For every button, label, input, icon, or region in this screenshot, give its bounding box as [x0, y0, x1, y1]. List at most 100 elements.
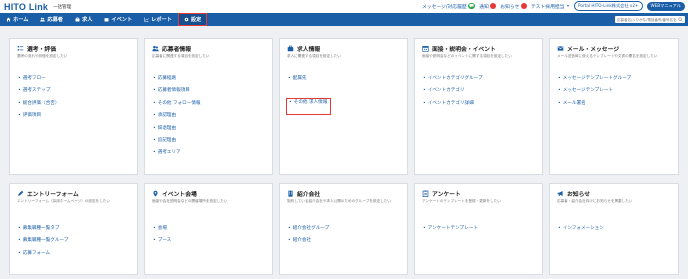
card-title: 選考・評価	[17, 44, 56, 53]
card-description: 面接や会社説明会などの開催場所を設定したい	[152, 199, 228, 203]
link-job-list-tab[interactable]: 募集職種一覧タブ	[18, 226, 68, 238]
link-applicant-info-items[interactable]: 応募者情報項目	[153, 88, 201, 100]
link-job-list-group[interactable]: 募集職種一覧グループ	[18, 238, 69, 250]
link-evaluation-items[interactable]: 評価項目	[18, 113, 59, 125]
app-name: 一括管理	[53, 4, 72, 10]
card-announcements: お知らせ 応募者・紹介会社向けにお知らせを掲載したい インフォメーション	[549, 183, 679, 275]
user-menu[interactable]: テスト採用担当	[531, 3, 570, 10]
link-assignment[interactable]: 配属先	[288, 76, 329, 88]
card-description: 契約している紹介会社や求人公開のためのグループを設定したい	[287, 199, 391, 203]
link-other-follow-info[interactable]: その他 フォロー情報	[153, 101, 201, 113]
card-title-label: メール・メッセージ	[567, 47, 620, 53]
card-description: アンケートのテンプレートを登録・更新をしたい	[422, 199, 501, 203]
card-title-label: お知らせ	[567, 192, 591, 198]
link-message-template[interactable]: メッセージテンプレート	[558, 88, 631, 100]
card-job-info: 求人情報 求人に関連する項目を設定したい 配属先 その他 求人情報	[279, 38, 408, 175]
card-link-list: イベントカテゴリグループ イベントカテゴリ イベントカテゴリ詳細	[423, 76, 483, 113]
card-title-label: 紹介会社	[297, 192, 321, 198]
link-venue[interactable]: 会場	[153, 226, 171, 238]
nav-applicants-label: 応募者	[47, 17, 63, 23]
card-title: お知らせ	[557, 189, 590, 198]
link-mail-signature[interactable]: メール署名	[558, 101, 631, 113]
card-title: 紹介会社	[287, 189, 320, 198]
card-description: 求人に関連する項目を設定したい	[287, 54, 341, 58]
app-logo[interactable]: HITO Link	[4, 2, 48, 12]
card-link-list: 選考フロー 選考ステップ 総合評価（合否） 評価項目	[18, 76, 60, 126]
card-link-list: アンケートテンプレート	[423, 226, 478, 238]
link-application-route[interactable]: 応募経路	[153, 76, 201, 88]
card-description: 応募者に関連する項目を設定したい	[152, 54, 210, 58]
link-information[interactable]: インフォメーション	[558, 226, 604, 238]
card-title-label: 面接・説明会・イベント	[432, 47, 496, 53]
chart-icon	[144, 17, 149, 22]
link-additional-reason[interactable]: 追記理由	[153, 138, 201, 150]
pencil-icon	[18, 190, 24, 196]
link-application-form[interactable]: 応募フォーム	[18, 251, 68, 263]
card-title: 面接・説明会・イベント	[422, 44, 496, 53]
card-link-list: インフォメーション	[558, 226, 604, 238]
nav-home[interactable]: ホーム	[0, 13, 34, 26]
card-agency: 紹介会社 契約している紹介会社や求人公開のためのグループを設定したい 紹介会社グ…	[279, 183, 408, 275]
link-overall-evaluation[interactable]: 総合評価（合否）	[18, 101, 60, 113]
nav-reports[interactable]: レポート	[138, 13, 178, 26]
link-decline-reason[interactable]: 辞退理由	[153, 126, 201, 138]
card-link-list: 会場 ブース	[153, 226, 172, 251]
messages-label: メッセージ/対応履歴	[421, 4, 467, 10]
search-icon[interactable]	[678, 17, 683, 22]
card-link-list: 紹介会社グループ 紹介会社	[288, 226, 329, 251]
notices-link[interactable]: 通知	[479, 3, 497, 10]
user-name: テスト採用担当	[530, 4, 565, 10]
info-link[interactable]: お知らせ	[500, 3, 527, 10]
nav-settings[interactable]: 設定	[177, 13, 208, 26]
users-icon	[152, 45, 159, 52]
card-description: 面接や説明会などのイベントに関する項目を設定したい	[422, 54, 512, 58]
link-other-job-info[interactable]: その他 求人情報	[285, 97, 332, 116]
card-title: アンケート	[422, 189, 461, 198]
portal-button[interactable]: Portal HITO-Link株式会社 v2+	[573, 1, 643, 11]
link-agency-group[interactable]: 紹介会社グループ	[288, 226, 329, 238]
link-approval-reason[interactable]: 承認理由	[153, 113, 201, 125]
applicant-search	[615, 16, 685, 23]
briefcase-icon	[75, 17, 80, 22]
card-title-label: アンケート	[432, 192, 461, 198]
gear-icon	[184, 17, 189, 22]
card-title: メール・メッセージ	[557, 44, 619, 53]
nav-settings-label: 設定	[190, 17, 202, 23]
card-title: エントリーフォーム	[17, 189, 79, 198]
calendar-icon	[422, 46, 429, 52]
link-survey-template[interactable]: アンケートテンプレート	[423, 226, 478, 238]
nav-events-label: イベント	[111, 17, 133, 23]
link-selection-flow[interactable]: 選考フロー	[18, 76, 59, 88]
nav-applicants[interactable]: 応募者	[34, 13, 69, 26]
card-interview-events: 面接・説明会・イベント 面接や説明会などのイベントに関する項目を設定したい イベ…	[414, 38, 543, 175]
link-selection-area[interactable]: 選考エリア	[153, 150, 201, 162]
notices-label: 通知	[479, 4, 489, 10]
card-title: イベント会場	[152, 189, 197, 198]
megaphone-icon	[557, 191, 563, 196]
card-description: メール送信時に使えるテンプレートや文書の署名を設定したい	[557, 54, 658, 58]
card-description: エントリーフォーム（採用ホームページ）の設定をしたい	[17, 199, 110, 203]
link-selection-step[interactable]: 選考ステップ	[18, 88, 59, 100]
building-icon	[288, 190, 293, 197]
messages-link[interactable]: メッセージ/対応履歴	[421, 3, 476, 10]
card-description: 応募者・紹介会社向けにお知らせを掲載したい	[557, 199, 633, 203]
calendar-icon	[104, 18, 109, 22]
nav-events[interactable]: イベント	[98, 13, 138, 26]
link-booth[interactable]: ブース	[153, 238, 172, 250]
card-title-label: 選考・評価	[27, 47, 56, 53]
card-link-list: メッセージテンプレートグループ メッセージテンプレート メール署名	[558, 76, 631, 113]
card-title-label: エントリーフォーム	[27, 192, 79, 198]
card-survey: アンケート アンケートのテンプレートを登録・更新をしたい アンケートテンプレート	[414, 183, 543, 275]
card-mail-message: メール・メッセージ メール送信時に使えるテンプレートや文書の署名を設定したい メ…	[549, 38, 679, 175]
link-event-category[interactable]: イベントカテゴリ	[423, 88, 483, 100]
web-manual-button[interactable]: WEBマニュアル	[646, 1, 685, 11]
home-icon	[6, 17, 11, 22]
link-agency[interactable]: 紹介会社	[288, 238, 329, 250]
briefcase-icon	[287, 45, 294, 52]
nav-jobs[interactable]: 求人	[69, 13, 98, 26]
search-input[interactable]	[617, 17, 677, 22]
link-message-template-group[interactable]: メッセージテンプレートグループ	[558, 76, 631, 88]
card-entry-form: エントリーフォーム エントリーフォーム（採用ホームページ）の設定をしたい 募集職…	[9, 183, 138, 275]
link-event-category-detail[interactable]: イベントカテゴリ詳細	[423, 101, 483, 113]
link-event-category-group[interactable]: イベントカテゴリグループ	[423, 76, 483, 88]
